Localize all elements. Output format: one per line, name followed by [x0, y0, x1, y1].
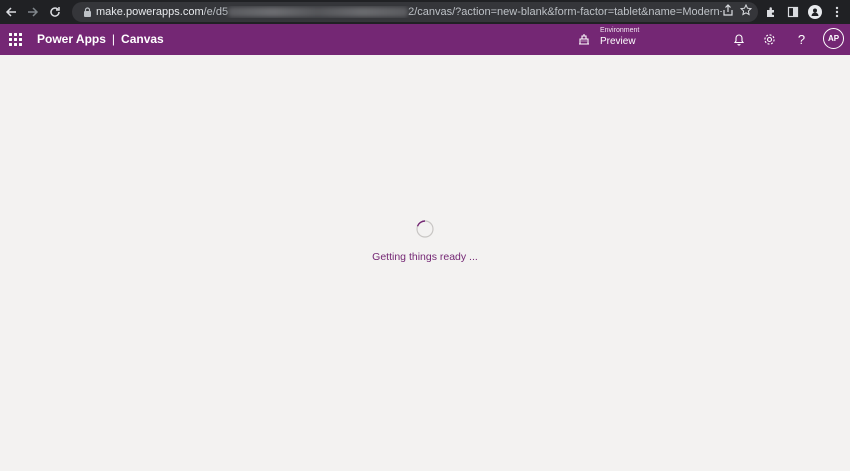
section-name: Canvas [121, 32, 164, 46]
environment-picker[interactable]: Environment Preview [600, 27, 639, 47]
reload-icon[interactable] [44, 0, 66, 24]
gear-icon[interactable] [762, 32, 777, 47]
loading-message: Getting things ready ... [372, 251, 478, 263]
environment-label: Environment [600, 27, 640, 34]
menu-icon[interactable] [828, 3, 846, 21]
profile-icon[interactable] [806, 3, 824, 21]
bell-icon[interactable] [731, 32, 746, 47]
browser-toolbar: make.powerapps.com/e/d5 2/canvas/?action=… [0, 0, 850, 24]
avatar[interactable]: AP [823, 28, 844, 49]
lock-icon[interactable] [78, 7, 96, 17]
url-path-start: /e/d5 [203, 6, 229, 18]
star-icon[interactable] [739, 3, 753, 21]
extensions-icon[interactable] [762, 3, 780, 21]
environment-value: Preview [600, 36, 636, 47]
url-path-end: 2/canvas/?action=new-blank&form-factor=t… [408, 6, 722, 18]
app-name: Power Apps [37, 32, 106, 46]
url-text: make.powerapps.com/e/d5 2/canvas/?action=… [96, 6, 722, 18]
share-icon[interactable] [722, 3, 734, 21]
back-arrow-icon[interactable] [0, 0, 22, 24]
canvas-loading-area: Getting things ready ... [0, 55, 850, 471]
app-launcher-icon[interactable] [9, 33, 22, 46]
side-panel-icon[interactable] [784, 3, 802, 21]
address-bar[interactable]: make.powerapps.com/e/d5 2/canvas/?action=… [72, 2, 758, 22]
app-header: Power Apps | Canvas Environment Preview ? … [0, 24, 850, 55]
title-separator: | [111, 32, 116, 46]
url-host: make.powerapps.com [96, 6, 204, 18]
forward-arrow-icon[interactable] [22, 0, 44, 24]
app-title[interactable]: Power Apps | Canvas [37, 32, 164, 46]
help-icon[interactable]: ? [794, 32, 809, 47]
loading-spinner-icon [415, 219, 435, 239]
redacted-url-segment [228, 7, 409, 18]
environment-icon[interactable] [577, 32, 591, 46]
